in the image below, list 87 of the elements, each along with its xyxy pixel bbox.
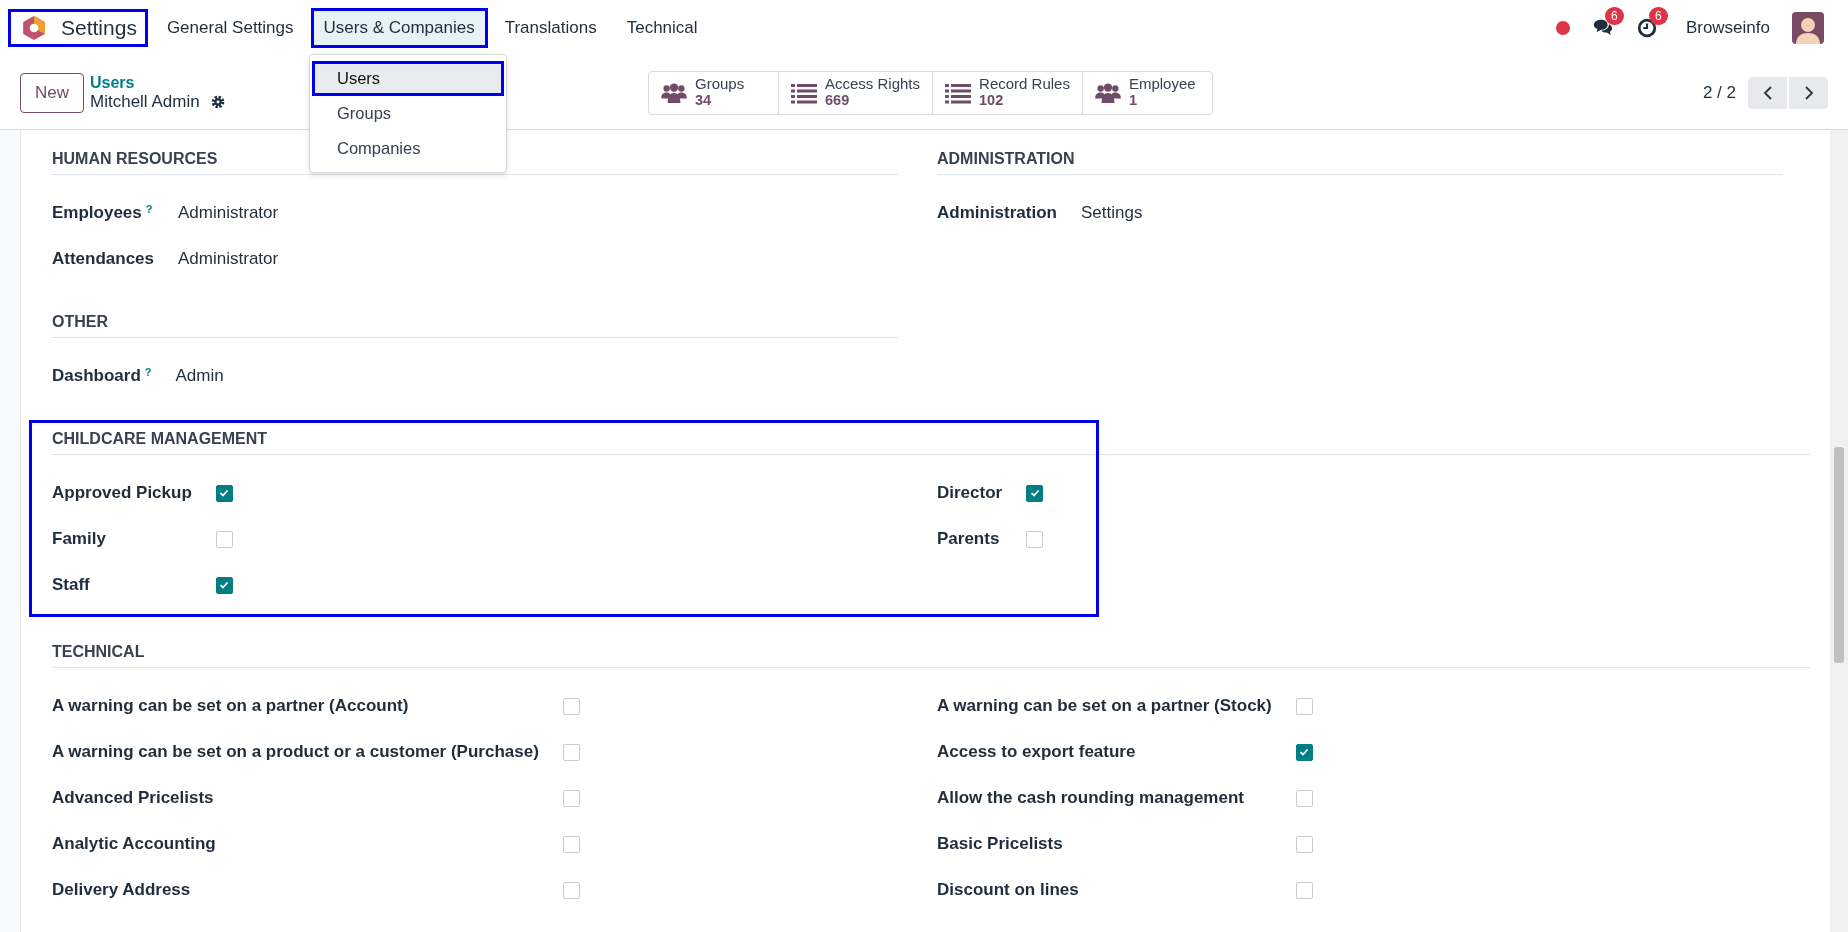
list-icon: [791, 81, 817, 104]
message-count-badge: 6: [1604, 7, 1624, 25]
checkmark-icon: [1298, 746, 1311, 758]
hexagon-logo-icon: [21, 15, 47, 41]
checkbox[interactable]: [1295, 881, 1313, 899]
stat-value: 102: [979, 92, 1005, 109]
field-label: Allow the cash rounding management: [937, 788, 1244, 808]
help-tooltip[interactable]: ?: [145, 203, 153, 215]
stat-label: Access Rights: [825, 76, 921, 93]
field-label: Parents: [937, 529, 1000, 549]
field-label: Discount on lines: [937, 880, 1079, 900]
menu-item[interactable]: Users & Companies: [310, 8, 488, 48]
section-title: CHILDCARE MANAGEMENT: [52, 420, 1810, 455]
field-label: Family: [52, 529, 106, 549]
stat-button[interactable]: Groups 34: [649, 71, 779, 114]
list-icon: [945, 81, 972, 104]
field-label: Staff: [52, 575, 90, 595]
menu-item[interactable]: General Settings: [153, 8, 307, 48]
dropdown-item[interactable]: Groups: [312, 96, 504, 131]
checkmark-icon: [1028, 487, 1041, 499]
dropdown-item[interactable]: Users: [312, 61, 504, 96]
stat-value: 34: [695, 92, 712, 109]
field-label: A warning can be set on a product or a customer (Purchase): [52, 742, 539, 762]
stat-button[interactable]: Access Rights 669: [779, 71, 934, 114]
field-value: Administrator: [178, 249, 280, 269]
breadcrumb-link[interactable]: Users: [90, 73, 226, 92]
checkbox[interactable]: [562, 789, 580, 807]
checkbox[interactable]: [215, 484, 233, 502]
field-label: Basic Pricelists: [937, 834, 1063, 854]
field-label: Administration: [937, 203, 1057, 223]
stat-button[interactable]: Employee 1: [1082, 71, 1212, 114]
checkmark-icon: [218, 487, 231, 499]
stat-value: 669: [825, 92, 851, 109]
previous-button[interactable]: [1748, 76, 1787, 109]
people-icon: [1094, 81, 1121, 104]
checkmark-icon: [218, 579, 231, 591]
status-dot[interactable]: [1555, 21, 1570, 35]
next-button[interactable]: [1789, 76, 1828, 109]
checkbox[interactable]: [215, 576, 233, 594]
checkbox[interactable]: [562, 835, 580, 853]
field-label: Employees: [52, 203, 142, 223]
field-label: Delivery Address: [52, 880, 191, 900]
menu-item[interactable]: Translations: [491, 8, 610, 48]
field-label: Dashboard: [52, 366, 141, 386]
app-brand[interactable]: Settings: [8, 9, 148, 47]
section-title: OTHER: [52, 303, 898, 338]
scrollbar[interactable]: [1830, 130, 1848, 932]
field-label: A warning can be set on a partner (Stock): [937, 696, 1272, 716]
field-label: Attendances: [52, 249, 155, 269]
activity-count-badge: 6: [1648, 7, 1668, 25]
record-title: Mitchell Admin: [90, 91, 200, 112]
field-label: A warning can be set on a partner (Account): [52, 696, 409, 716]
field-label: Advanced Pricelists: [52, 788, 214, 808]
field-label: Analytic Accounting: [52, 834, 216, 854]
checkbox[interactable]: [1026, 484, 1044, 502]
dropdown-item[interactable]: Companies: [312, 131, 504, 166]
checkbox[interactable]: [1026, 530, 1044, 548]
checkbox[interactable]: [1295, 743, 1313, 761]
field-label: Access to export feature: [937, 742, 1136, 762]
checkbox[interactable]: [1295, 789, 1313, 807]
field-value: Admin: [175, 366, 225, 386]
stat-label: Groups: [695, 76, 745, 93]
checkbox[interactable]: [1295, 697, 1313, 715]
checkbox[interactable]: [215, 530, 233, 548]
new-button[interactable]: New: [20, 72, 84, 113]
settings-icon[interactable]: [209, 93, 226, 110]
field-value: Administrator: [178, 203, 280, 223]
section-title: ADMINISTRATION: [937, 140, 1783, 175]
stat-label: Record Rules: [979, 76, 1070, 93]
people-icon: [661, 81, 687, 104]
field-label: Director: [937, 483, 1003, 503]
menu-item[interactable]: Technical: [613, 8, 711, 48]
avatar[interactable]: [1792, 12, 1824, 44]
stat-value: 1: [1128, 92, 1137, 109]
section-title: TECHNICAL: [52, 633, 1810, 668]
stat-label: Employee: [1128, 76, 1196, 93]
field-value: Settings: [1080, 203, 1144, 223]
help-tooltip[interactable]: ?: [144, 366, 152, 378]
pager-counter: 2 / 2: [1702, 82, 1736, 103]
checkbox[interactable]: [1295, 835, 1313, 853]
checkbox[interactable]: [562, 697, 580, 715]
checkbox[interactable]: [562, 743, 580, 761]
field-label: Approved Pickup: [52, 483, 192, 503]
checkbox[interactable]: [562, 881, 580, 899]
stat-button[interactable]: Record Rules 102: [933, 71, 1083, 114]
company-name[interactable]: Browseinfo: [1685, 18, 1770, 38]
scrollbar-thumb[interactable]: [1834, 447, 1844, 663]
